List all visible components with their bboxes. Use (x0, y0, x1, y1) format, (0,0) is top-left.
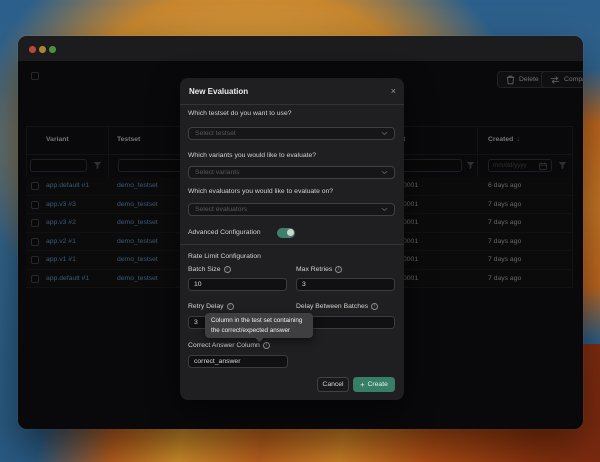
variants-question-label: Which variants you would like to evaluat… (188, 152, 316, 159)
create-button[interactable]: + Create (353, 377, 395, 392)
advanced-configuration-toggle[interactable] (277, 228, 295, 238)
info-icon[interactable]: i (227, 303, 234, 310)
window-content: Delete Compare Variant Testset t (18, 62, 583, 429)
correct-answer-column-input[interactable] (188, 355, 288, 368)
info-icon[interactable]: i (263, 342, 270, 349)
plus-icon: + (360, 381, 364, 388)
evaluators-question-label: Which evaluators you would like to evalu… (188, 188, 333, 195)
window-titlebar[interactable] (18, 36, 583, 62)
tooltip-arrow (256, 334, 263, 341)
correct-answer-tooltip: Column in the test set containing the co… (205, 313, 313, 338)
retry-delay-label: Retry Delayi (188, 303, 234, 310)
modal-title: New Evaluation (189, 87, 248, 96)
testset-question-label: Which testset do you want to use? (188, 110, 292, 117)
correct-answer-column-label: Correct Answer Columni (188, 342, 270, 349)
delay-between-batches-label: Delay Between Batchesi (296, 303, 378, 310)
batch-size-label: Batch Sizei (188, 266, 231, 273)
advanced-configuration-label: Advanced Configuration (188, 229, 261, 236)
cancel-button[interactable]: Cancel (317, 377, 349, 392)
max-retries-input[interactable] (296, 278, 395, 291)
new-evaluation-modal: New Evaluation × Which testset do you wa… (180, 78, 404, 400)
batch-size-input[interactable] (188, 278, 287, 291)
close-icon[interactable]: × (391, 85, 396, 97)
chevron-down-icon (381, 207, 388, 212)
minimize-window-button[interactable] (39, 46, 46, 53)
close-window-button[interactable] (29, 46, 36, 53)
max-retries-label: Max Retriesi (296, 266, 342, 273)
app-window: Delete Compare Variant Testset t (18, 36, 583, 429)
info-icon[interactable]: i (335, 266, 342, 273)
info-icon[interactable]: i (224, 266, 231, 273)
desktop: Delete Compare Variant Testset t (0, 0, 600, 462)
chevron-down-icon (381, 170, 388, 175)
info-icon[interactable]: i (371, 303, 378, 310)
fullscreen-window-button[interactable] (49, 46, 56, 53)
testset-select[interactable]: Select testset (188, 127, 395, 140)
toggle-knob (287, 229, 294, 236)
chevron-down-icon (381, 131, 388, 136)
variants-select[interactable]: Select variants (188, 166, 395, 179)
rate-limit-heading: Rate Limit Configuration (188, 253, 261, 260)
evaluators-select[interactable]: Select evaluators (188, 203, 395, 216)
divider (180, 104, 404, 105)
divider (180, 244, 404, 245)
